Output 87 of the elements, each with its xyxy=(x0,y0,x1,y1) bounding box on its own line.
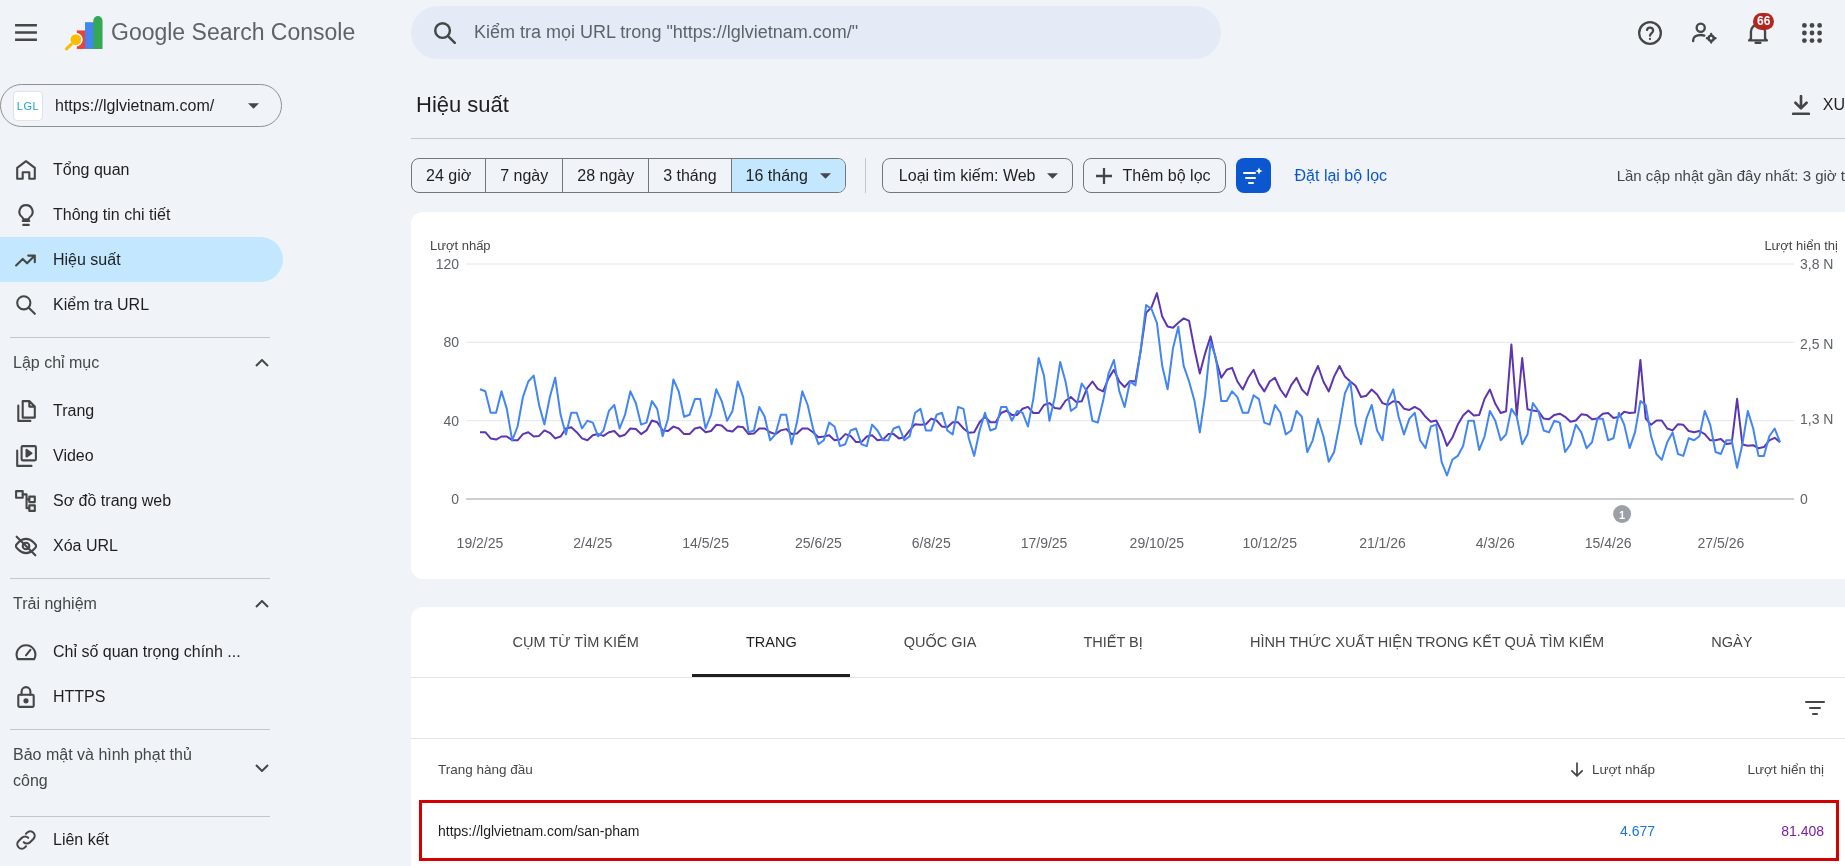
y-tick-label: 3,8 N xyxy=(1800,256,1834,272)
caret-down-icon xyxy=(1047,172,1059,179)
lock-icon xyxy=(15,685,37,708)
search-type-dropdown[interactable]: Loại tìm kiếm: Web xyxy=(881,158,1074,193)
date-range-option[interactable]: 24 giờ xyxy=(412,159,486,192)
table-row[interactable]: https://lglvietnam.com/san-pham 4.677 81.408 xyxy=(419,800,1839,861)
export-button[interactable]: XU xyxy=(1790,94,1845,115)
nav-item[interactable]: Xóa URL xyxy=(0,523,283,568)
filter-icon[interactable] xyxy=(1805,701,1825,715)
report-tab[interactable]: THIẾT BỊ xyxy=(1029,607,1197,677)
y-tick-label: 40 xyxy=(443,412,459,429)
download-icon xyxy=(1790,94,1811,115)
table-cell-text: 4.677 xyxy=(1618,822,1655,839)
nav-item[interactable]: Thông tin chi tiết xyxy=(0,192,283,237)
search-icon xyxy=(15,293,37,316)
person-gear-icon[interactable] xyxy=(1691,21,1717,44)
help-icon[interactable] xyxy=(1638,20,1662,45)
x-tick-label: 29/10/25 xyxy=(1129,535,1185,551)
documents-icon xyxy=(15,399,37,422)
x-tick-label: 4/3/26 xyxy=(1475,535,1515,551)
y-tick-label: 120 xyxy=(435,256,459,272)
section-header[interactable]: Trải nghiệm xyxy=(0,579,283,629)
nav-item[interactable]: Video xyxy=(0,433,283,478)
table-cell-text: 81.408 xyxy=(1780,822,1824,839)
nav-item[interactable]: Liên kết xyxy=(0,817,283,862)
y-tick-label: 80 xyxy=(443,334,459,351)
nav-item[interactable]: Chỉ số quan trọng chính ... xyxy=(0,629,283,674)
section-header[interactable]: Bảo mật và hình phạt thủ công xyxy=(0,730,283,806)
date-range-option[interactable]: 3 tháng xyxy=(648,159,731,192)
nav-item[interactable]: Sơ đồ trang web xyxy=(0,478,283,523)
report-tab[interactable]: HÌNH THỨC XUẤT HIỆN TRONG KẾT QUẢ TÌM KIẾM xyxy=(1196,607,1658,677)
site-logo: LGL xyxy=(13,90,43,121)
caret-down-icon xyxy=(248,102,259,109)
column-header[interactable]: Lượt nhấp xyxy=(1486,762,1655,777)
x-tick-label: 14/5/25 xyxy=(682,535,729,551)
apps-grid-icon[interactable] xyxy=(1802,22,1822,43)
date-range-option[interactable]: 7 ngày xyxy=(485,159,563,192)
x-tick-label: 6/8/25 xyxy=(911,535,951,551)
x-tick-label: 25/6/25 xyxy=(795,535,842,551)
menu-icon[interactable] xyxy=(15,24,37,41)
sitemap-icon xyxy=(15,489,37,512)
nav-item[interactable]: Tổng quan xyxy=(0,147,283,192)
report-tab[interactable]: TRANG xyxy=(692,607,851,677)
app-logo-icon xyxy=(64,14,103,51)
nav-item[interactable]: HTTPS xyxy=(0,674,283,719)
y-tick-label: 2,5 N xyxy=(1800,336,1834,353)
x-tick-label: 2/4/25 xyxy=(573,535,613,551)
x-tick-label: 10/12/25 xyxy=(1242,535,1297,551)
axis-title: Lượt hiển thị xyxy=(1764,237,1838,253)
filter-suggestions-button[interactable] xyxy=(1235,158,1271,193)
table-cell-text: https://lglvietnam.com/san-pham xyxy=(438,822,641,839)
product-name: Google Search Console xyxy=(111,19,356,46)
column-header[interactable]: Lượt hiển thị xyxy=(1655,762,1824,777)
date-range-option[interactable]: 28 ngày xyxy=(562,159,649,192)
y-tick-label: 0 xyxy=(1800,491,1808,507)
y-tick-label: 0 xyxy=(451,491,459,507)
x-tick-label: 19/2/25 xyxy=(456,535,504,551)
x-tick-label: 15/4/26 xyxy=(1584,535,1632,551)
notification-count: 66 xyxy=(1753,12,1775,30)
axis-title: Lượt nhấp xyxy=(430,237,491,253)
chain-link-icon xyxy=(15,828,37,851)
home-icon xyxy=(15,158,37,181)
nav-item[interactable]: Trang xyxy=(0,388,283,433)
filter-sparkle-icon xyxy=(1243,167,1264,184)
page-title: Hiệu suất xyxy=(416,91,509,118)
add-filter-button[interactable]: Thêm bộ lọc xyxy=(1083,158,1226,193)
reset-filters-link[interactable]: Đặt lại bộ lọc xyxy=(1294,166,1388,185)
column-header[interactable]: Trang hàng đầu xyxy=(438,762,1486,777)
report-tab[interactable]: CỤM TỪ TÌM KIẾM xyxy=(459,607,693,677)
x-tick-label: 27/5/26 xyxy=(1697,535,1745,551)
y-tick-label: 1,3 N xyxy=(1800,410,1834,427)
caret-down-icon xyxy=(819,172,831,179)
crossed-eye-icon xyxy=(15,534,37,557)
x-tick-label: 21/1/26 xyxy=(1359,535,1406,551)
search-field[interactable]: Kiểm tra mọi URL trong "https://lglvietnam.com/" xyxy=(411,6,1221,59)
nav-item[interactable]: Hiệu suất xyxy=(0,237,283,282)
date-range-option[interactable]: 16 tháng xyxy=(730,159,845,192)
report-tab[interactable]: QUỐC GIA xyxy=(850,607,1030,677)
play-stack-icon xyxy=(15,444,37,467)
last-updated-text: Lần cập nhật gần đây nhất: 3 giờ t xyxy=(1616,167,1845,184)
report-tab[interactable]: NGÀY xyxy=(1657,607,1806,677)
lightbulb-icon xyxy=(15,203,37,226)
section-header[interactable]: Lập chỉ mục xyxy=(0,338,283,388)
nav-item[interactable]: Kiểm tra URL xyxy=(0,282,283,327)
search-icon xyxy=(434,21,456,44)
x-tick-label: 17/9/25 xyxy=(1020,535,1068,551)
plus-icon xyxy=(1096,167,1113,184)
